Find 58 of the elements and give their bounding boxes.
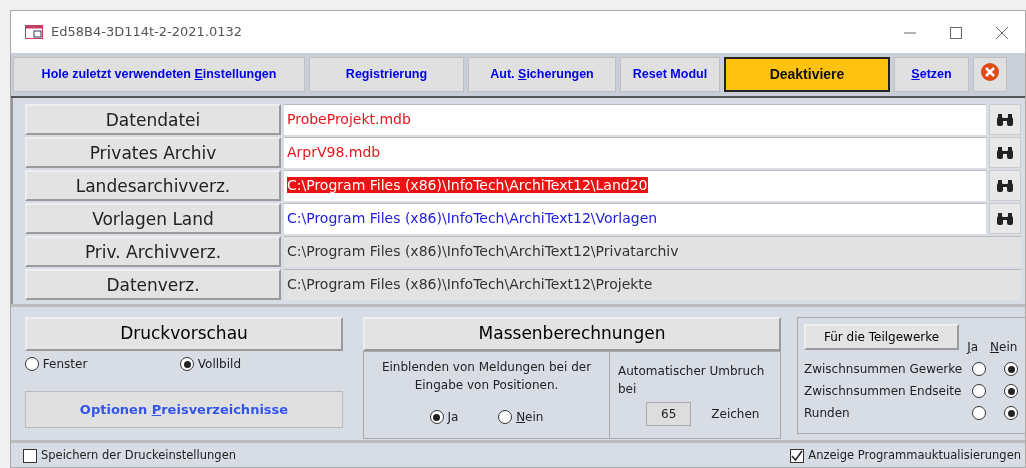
- toolbar-button[interactable]: Hole zuletzt verwendeten Einstellungen: [13, 57, 305, 92]
- radio-option[interactable]: Fenster: [25, 354, 180, 373]
- radio-option[interactable]: Nein: [498, 407, 544, 426]
- column-header: Nein: [990, 339, 1018, 356]
- print-preview-button[interactable]: Druckvorschau: [25, 317, 343, 351]
- browse-button[interactable]: [989, 104, 1021, 135]
- radio-button[interactable]: [1004, 362, 1018, 376]
- toolbar-button[interactable]: Reset Modul: [620, 57, 720, 92]
- path-field[interactable]: C:\Program Files (x86)\InfoTech\ArchiText12\Land20: [284, 170, 986, 201]
- binoculars-icon: [996, 178, 1014, 193]
- price-options-button[interactable]: Optionen Preisverzeichnisse: [25, 390, 343, 428]
- wrap-label: Automatischer Umbruch bei: [618, 362, 766, 398]
- path-label-button[interactable]: Priv. Archivverz.: [25, 236, 281, 267]
- path-field[interactable]: C:\Program Files (x86)\InfoTech\ArchiText12\Vorlagen: [284, 203, 986, 234]
- radio-option[interactable]: Ja: [429, 407, 459, 426]
- path-field[interactable]: ArprV98.mdb: [284, 137, 986, 168]
- binoculars-icon: [996, 145, 1014, 160]
- path-field[interactable]: ProbeProjekt.mdb: [284, 104, 986, 135]
- radio-button[interactable]: [1004, 406, 1018, 420]
- browse-button[interactable]: [989, 137, 1021, 168]
- toolbar-button[interactable]: Deaktiviere: [724, 57, 890, 92]
- close-icon: [996, 26, 1008, 39]
- binoculars-icon: [996, 112, 1014, 127]
- unit-label: Zeichen: [711, 405, 760, 423]
- path-field: C:\Program Files (x86)\InfoTech\ArchiText12\Privatarchiv: [284, 236, 1021, 267]
- option-label: Zwischnsummen Gewerke: [804, 361, 964, 378]
- toolbar-button[interactable]: Aut. Sicherungen: [468, 57, 616, 92]
- messages-label: Einblenden von Meldungen bei der Eingabe von Positionen.: [380, 358, 593, 394]
- subtrades-button[interactable]: Für die Teilgewerke: [804, 324, 960, 350]
- checkbox-option[interactable]: Speichern der Druckeinstellungen: [23, 447, 236, 465]
- browse-button[interactable]: [989, 203, 1021, 234]
- radio-button[interactable]: [1004, 384, 1018, 398]
- browse-button[interactable]: [989, 170, 1021, 201]
- radio-button[interactable]: [972, 362, 986, 376]
- option-label: Zwischnsummen Endseite: [804, 383, 963, 400]
- radio-button[interactable]: [972, 384, 986, 398]
- path-label-button[interactable]: Datenverz.: [25, 269, 281, 300]
- checkbox-option[interactable]: Anzeige Programmauktualisierungen: [790, 447, 1021, 465]
- close-button[interactable]: [973, 57, 1007, 92]
- option-label: Runden: [804, 405, 851, 422]
- path-label-button[interactable]: Landesarchivverz.: [25, 170, 281, 201]
- mass-calc-button[interactable]: Massenberechnungen: [363, 317, 781, 351]
- number-field[interactable]: 65: [646, 401, 692, 426]
- toolbar-button[interactable]: Setzen: [894, 57, 969, 92]
- app-icon: [25, 25, 43, 39]
- path-label-button[interactable]: Vorlagen Land: [25, 203, 281, 234]
- toolbar-button[interactable]: Registrierung: [309, 57, 464, 92]
- path-label-button[interactable]: Datendatei: [25, 104, 281, 135]
- window-title: Ed58B4-3D114t-2-2021.0132: [51, 23, 243, 42]
- radio-option[interactable]: Vollbild: [180, 354, 335, 373]
- close-icon: [980, 61, 1000, 82]
- path-field: C:\Program Files (x86)\InfoTech\ArchiText12\Projekte: [284, 269, 1021, 300]
- binoculars-icon: [996, 211, 1014, 226]
- column-header: Ja: [967, 339, 979, 356]
- checkmark-icon: [791, 449, 804, 462]
- maximize-icon: [950, 26, 962, 39]
- radio-button[interactable]: [972, 406, 986, 420]
- path-label-button[interactable]: Privates Archiv: [25, 137, 281, 168]
